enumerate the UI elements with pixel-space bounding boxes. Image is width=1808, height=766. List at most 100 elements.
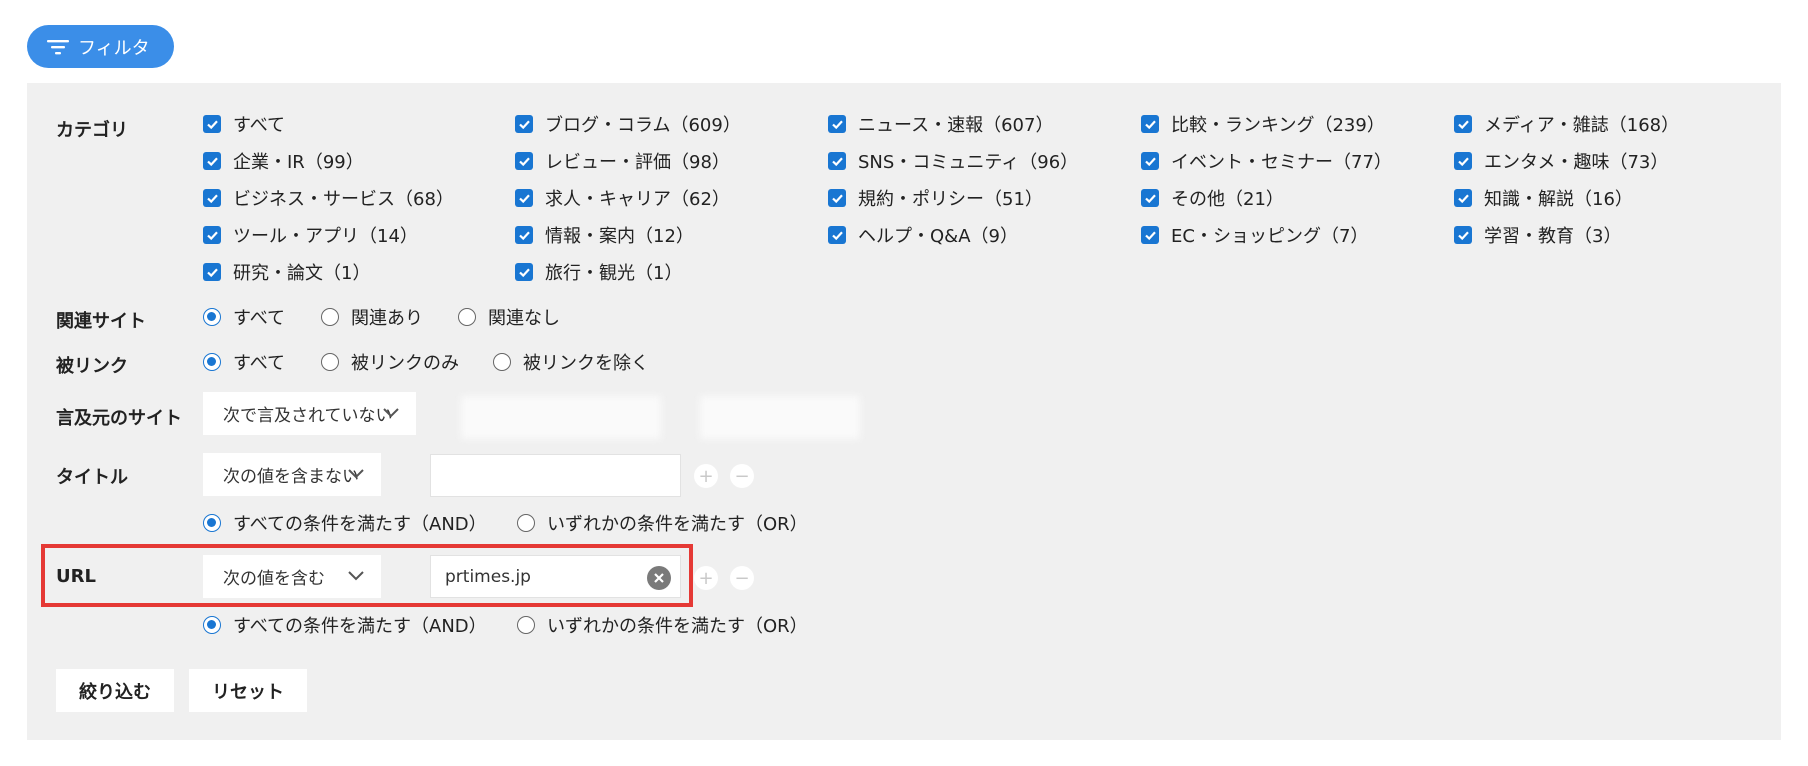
filter-icon [47, 39, 69, 54]
checkbox-checked-icon[interactable] [1141, 226, 1159, 244]
checkbox-checked-icon[interactable] [515, 226, 533, 244]
category-checkbox-item[interactable]: EC・ショッピング（7） [1141, 224, 1368, 247]
filter-button-label: フィルタ [78, 37, 150, 59]
radio-label: 関連なし [488, 308, 560, 329]
close-icon [654, 573, 664, 583]
checkbox-checked-icon[interactable] [1141, 189, 1159, 207]
related-site-option-unrelated[interactable]: 関連なし [458, 306, 560, 329]
category-checkbox-item[interactable]: レビュー・評価（98） [515, 150, 730, 173]
checkbox-checked-icon[interactable] [1141, 115, 1159, 133]
title-value-input[interactable] [430, 454, 681, 497]
reset-button[interactable]: リセット [189, 669, 307, 712]
checkbox-checked-icon[interactable] [515, 189, 533, 207]
category-checkbox-item[interactable]: 学習・教育（3） [1454, 224, 1622, 247]
category-checkbox-item[interactable]: 知識・解説（16） [1454, 187, 1633, 210]
add-condition-button[interactable]: + [694, 464, 718, 488]
category-checkbox-item[interactable]: SNS・コミュニティ（96） [828, 150, 1079, 173]
backlink-label: 被リンク [56, 356, 128, 377]
select-value: 次で言及されていない [223, 406, 393, 426]
radio-button[interactable] [203, 616, 221, 634]
radio-button[interactable] [517, 514, 535, 532]
apply-filter-button[interactable]: 絞り込む [56, 669, 174, 712]
filter-panel: カテゴリ すべて ブログ・コラム（609） ニュース・速報（607） 比較・ランキング… [27, 83, 1781, 740]
url-logic-or[interactable]: いずれかの条件を満たす（OR） [517, 614, 808, 637]
related-site-option-related[interactable]: 関連あり [321, 306, 423, 329]
backlink-option-all[interactable]: すべて [203, 351, 285, 374]
url-label: URL [56, 566, 96, 587]
category-checkbox-item[interactable]: ブログ・コラム（609） [515, 113, 741, 136]
checkbox-label: ブログ・コラム（609） [545, 115, 741, 136]
url-condition-select[interactable]: 次の値を含む [203, 555, 381, 598]
category-checkbox-item[interactable]: ニュース・速報（607） [828, 113, 1053, 136]
remove-condition-button[interactable]: − [730, 566, 754, 590]
radio-button[interactable] [321, 353, 339, 371]
checkbox-checked-icon[interactable] [1454, 152, 1472, 170]
plus-icon: + [698, 465, 714, 487]
checkbox-checked-icon[interactable] [203, 189, 221, 207]
radio-button[interactable] [203, 353, 221, 371]
checkbox-label: 規約・ポリシー（51） [858, 189, 1043, 210]
checkbox-label: 知識・解説（16） [1484, 189, 1633, 210]
checkbox-checked-icon[interactable] [1141, 152, 1159, 170]
filter-button[interactable]: フィルタ [27, 25, 174, 68]
category-checkbox-item[interactable]: 旅行・観光（1） [515, 261, 683, 284]
radio-button[interactable] [203, 308, 221, 326]
checkbox-checked-icon[interactable] [203, 226, 221, 244]
checkbox-label: 企業・IR（99） [233, 152, 364, 173]
checkbox-label: SNS・コミュニティ（96） [858, 152, 1079, 173]
category-checkbox-item[interactable]: 比較・ランキング（239） [1141, 113, 1385, 136]
checkbox-checked-icon[interactable] [515, 152, 533, 170]
checkbox-label: すべて [233, 115, 286, 136]
backlink-option-exclude[interactable]: 被リンクを除く [493, 351, 649, 374]
category-checkbox-item[interactable]: 情報・案内（12） [515, 224, 694, 247]
add-condition-button[interactable]: + [694, 566, 718, 590]
select-value: 次の値を含む [223, 569, 325, 589]
radio-label: 関連あり [351, 308, 423, 329]
checkbox-label: 旅行・観光（1） [545, 263, 683, 284]
radio-button[interactable] [458, 308, 476, 326]
minus-icon: − [734, 567, 750, 589]
title-condition-select[interactable]: 次の値を含まない [203, 453, 381, 496]
related-site-option-all[interactable]: すべて [203, 306, 285, 329]
category-checkbox-item[interactable]: イベント・セミナー（77） [1141, 150, 1392, 173]
category-checkbox-item[interactable]: メディア・雑誌（168） [1454, 113, 1680, 136]
remove-condition-button[interactable]: − [730, 464, 754, 488]
backlink-option-only[interactable]: 被リンクのみ [321, 351, 459, 374]
title-logic-or[interactable]: いずれかの条件を満たす（OR） [517, 512, 808, 535]
checkbox-checked-icon[interactable] [1454, 189, 1472, 207]
radio-button[interactable] [493, 353, 511, 371]
radio-button[interactable] [203, 514, 221, 532]
url-value-input[interactable]: prtimes.jp [430, 555, 681, 598]
category-checkbox-item[interactable]: 規約・ポリシー（51） [828, 187, 1043, 210]
url-logic-and[interactable]: すべての条件を満たす（AND） [203, 614, 487, 637]
checkbox-checked-icon[interactable] [828, 152, 846, 170]
category-checkbox-item[interactable]: ビジネス・サービス（68） [203, 187, 454, 210]
checkbox-checked-icon[interactable] [515, 115, 533, 133]
checkbox-checked-icon[interactable] [203, 152, 221, 170]
checkbox-label: メディア・雑誌（168） [1484, 115, 1680, 136]
checkbox-checked-icon[interactable] [1454, 115, 1472, 133]
checkbox-checked-icon[interactable] [203, 263, 221, 281]
source-site-select[interactable]: 次で言及されていない [203, 392, 416, 435]
checkbox-checked-icon[interactable] [828, 189, 846, 207]
category-checkbox-item[interactable]: ツール・アプリ（14） [203, 224, 418, 247]
plus-icon: + [698, 567, 714, 589]
checkbox-checked-icon[interactable] [203, 115, 221, 133]
radio-button[interactable] [517, 616, 535, 634]
category-checkbox-item[interactable]: 求人・キャリア（62） [515, 187, 730, 210]
title-logic-and[interactable]: すべての条件を満たす（AND） [203, 512, 487, 535]
checkbox-checked-icon[interactable] [828, 115, 846, 133]
category-checkbox-item[interactable]: 研究・論文（1） [203, 261, 370, 284]
checkbox-checked-icon[interactable] [1454, 226, 1472, 244]
checkbox-checked-icon[interactable] [828, 226, 846, 244]
radio-button[interactable] [321, 308, 339, 326]
category-checkbox-item[interactable]: 企業・IR（99） [203, 150, 364, 173]
checkbox-label: ビジネス・サービス（68） [233, 189, 454, 210]
checkbox-checked-icon[interactable] [515, 263, 533, 281]
checkbox-label: 学習・教育（3） [1484, 226, 1622, 247]
clear-input-icon[interactable] [647, 566, 671, 590]
category-checkbox-item[interactable]: すべて [203, 113, 286, 136]
category-checkbox-item[interactable]: ヘルプ・Q&A（9） [828, 224, 1018, 247]
category-checkbox-item[interactable]: エンタメ・趣味（73） [1454, 150, 1668, 173]
category-checkbox-item[interactable]: その他（21） [1141, 187, 1284, 210]
